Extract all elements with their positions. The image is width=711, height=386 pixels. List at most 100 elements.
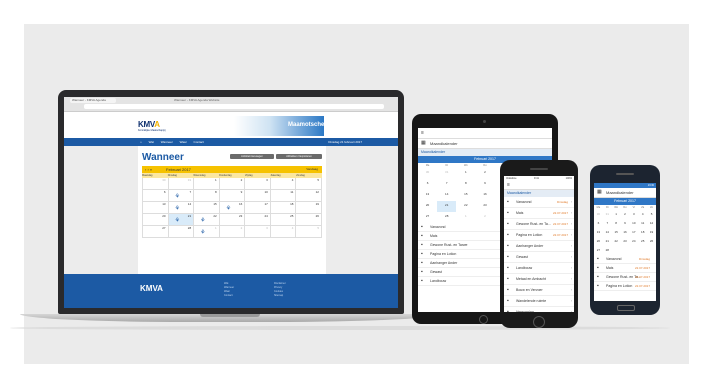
calendar-day[interactable]: 31 [603,210,612,219]
calendar-day[interactable]: 30 [418,168,437,179]
calendar-day-cell[interactable]: 26 [296,214,322,226]
list-item[interactable]: ▪ Mais 22.07.2017 › [504,208,574,219]
list-item[interactable]: ▪ Gewast › [504,252,574,263]
nav-item-wanneer[interactable]: Wanneer [161,140,173,144]
nav-item-contact[interactable]: Contact [194,140,204,144]
calendar-day-cell[interactable]: 10 [245,190,271,202]
calendar-day[interactable]: 27 [418,212,437,223]
calendar-day[interactable]: 14 [437,190,456,201]
calendar-day[interactable]: 20 [594,237,603,246]
event-icon[interactable]: ⚘ [200,230,205,236]
address-bar[interactable] [84,104,384,109]
calendar-day[interactable]: 20 [418,201,437,212]
add-activity-button[interactable]: Activiteit toevoegen [230,154,274,159]
calendar-day-cell[interactable]: 19 [296,202,322,214]
calendar-day[interactable]: 2 [475,212,494,223]
calendar-day[interactable]: 10 [629,219,638,228]
event-icon[interactable]: ⚘ [200,218,205,224]
calendar-day[interactable]: 13 [418,190,437,201]
calendar-day-cell[interactable]: 14 ⚘ [168,202,195,214]
calendar-day[interactable]: 22 [456,201,475,212]
calendar-day-cell[interactable]: 2 [219,178,246,190]
nav-item-waar[interactable]: Waar [180,140,187,144]
calendar-day-cell[interactable]: 13 [143,202,169,214]
list-item[interactable]: ▪ Pagina en Lotion 22.07.2017 [594,282,656,291]
footer-link[interactable]: Contact [224,294,234,298]
list-item[interactable]: ▪ Pagina en Lotion 22.07.2017 › [504,230,574,241]
calendar-day-cell[interactable]: 21 ⚘ [168,214,195,226]
calendar-day[interactable]: 22 [612,237,621,246]
calendar-day-cell[interactable]: 6 [143,190,169,202]
list-item[interactable]: ▪ Mais 22.07.2017 [594,264,656,273]
calendar-day[interactable]: 16 [621,228,630,237]
list-item[interactable]: ▪ Bouw en Vervoer › [504,285,574,296]
calendar-day[interactable]: 4 [638,210,647,219]
calendar-day[interactable]: 6 [418,179,437,190]
calendar-day[interactable]: 19 [647,228,656,237]
calendar-day[interactable]: 5 [647,210,656,219]
calendar-day-cell[interactable]: 2 [219,226,246,238]
calendar-day[interactable]: 8 [456,179,475,190]
calendar-day[interactable]: 23 [621,237,630,246]
today-button[interactable]: Vandaag [306,166,318,173]
android-home-button[interactable] [617,305,635,311]
event-icon[interactable]: ⚘ [175,206,180,212]
calendar-day[interactable]: 16 [475,190,494,201]
calendar-day-cell[interactable]: 18 [270,202,297,214]
calendar-day-cell[interactable]: 3 [245,178,271,190]
calendar-day-cell[interactable]: 31 [168,178,195,190]
home-icon[interactable]: ⌂ [140,140,142,144]
calendar-day[interactable]: 12 [647,219,656,228]
calendar-day[interactable]: 9 [621,219,630,228]
calendar-day-cell[interactable]: 5 [296,226,322,238]
calendar-day[interactable]: 1 [612,210,621,219]
calendar-day[interactable]: 14 [603,228,612,237]
calendar-day-cell[interactable]: 25 [270,214,297,226]
list-item[interactable]: ▪ Vergunning › [504,307,574,312]
calendar-day[interactable]: 15 [612,228,621,237]
calendar-day-cell[interactable]: 15 [194,202,220,214]
calendar-day[interactable]: 1 [456,212,475,223]
calendar-day[interactable]: 30 [594,210,603,219]
calendar-day-cell[interactable]: 11 [270,190,297,202]
calendar-day-cell[interactable]: 9 [219,190,246,202]
tablet-home-button[interactable] [479,315,488,324]
calendar-day[interactable]: 24 [629,237,638,246]
calendar-day[interactable]: 7 [603,219,612,228]
calendar-day[interactable]: 21 [437,201,457,212]
calendar-day[interactable]: 8 [612,219,621,228]
calendar-day-cell[interactable]: 24 [245,214,271,226]
calendar-day[interactable]: 7 [437,179,456,190]
list-item[interactable]: ▪ Gewone Rust- en Ta... 22.07.2017 [594,273,656,282]
calendar-day-cell[interactable]: 27 [143,226,169,238]
calendar-day-cell[interactable]: 23 [219,214,246,226]
menu-icon[interactable]: ≡ [421,128,424,138]
list-item[interactable]: ▪ Vanavond Dinsdag › [504,197,574,208]
calendar-day-cell[interactable]: 4 [270,178,297,190]
calendar-day[interactable]: 1 [456,168,475,179]
calendar-day[interactable]: 18 [638,228,647,237]
calendar-day[interactable]: 9 [475,179,494,190]
site-logo[interactable]: KMVA [138,120,160,129]
footer-link[interactable]: Sitemap [274,294,286,298]
calendar-day-cell[interactable]: 20 [143,214,169,226]
event-icon[interactable]: ⚘ [226,206,231,212]
calendar-day[interactable]: 25 [638,237,647,246]
calendar-day[interactable]: 17 [629,228,638,237]
calendar-day[interactable]: 28 [603,246,612,255]
calendar-day-cell[interactable]: 1 ⚘ [194,226,220,238]
list-item[interactable]: ▪ Vanavond Dinsdag [594,255,656,264]
calendar-day[interactable]: 2 [475,168,494,179]
list-item[interactable]: ▪ Landbouw › [504,263,574,274]
calendar-day[interactable]: 11 [638,219,647,228]
export-button[interactable]: Afdrukken / Exporteren [276,154,322,159]
calendar-day[interactable]: 26 [647,237,656,246]
calendar-day-cell[interactable]: 12 [296,190,322,202]
nav-item-wat[interactable]: Wat [149,140,154,144]
calendar-day[interactable]: 21 [603,237,612,246]
list-item[interactable]: ▪ Aanhanger Ander › [504,241,574,252]
calendar-day-cell[interactable]: 28 [168,226,195,238]
calendar-day-cell[interactable]: 8 [194,190,220,202]
calendar-day-cell[interactable]: 16 ⚘ [219,202,246,214]
calendar-day-cell[interactable]: 7 ⚘ [168,190,195,202]
